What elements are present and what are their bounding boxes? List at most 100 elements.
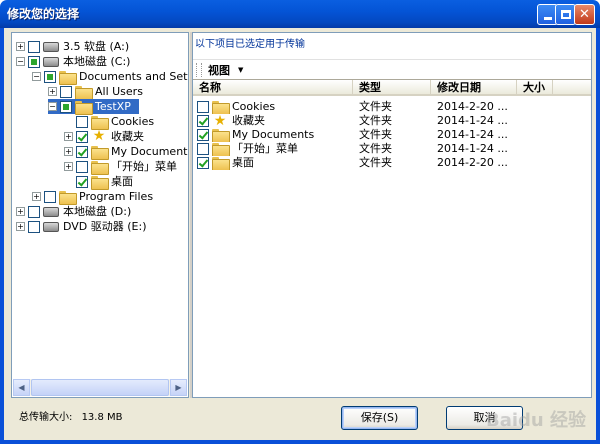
tree-item-checkbox[interactable] (44, 70, 56, 83)
expand-toggle[interactable]: + (48, 87, 57, 96)
tree-item[interactable]: 桌面 (64, 174, 133, 190)
tree-item-label: 3.5 软盘 (A:) (63, 40, 130, 53)
expand-toggle[interactable]: + (16, 222, 25, 231)
list-header: 名称 类型 修改日期 大小 (193, 80, 591, 96)
tree-item-label: 「开始」菜单 (111, 160, 177, 173)
expand-toggle[interactable]: + (16, 42, 25, 51)
list-item-type: 文件夹 (359, 156, 392, 169)
tree-item[interactable]: − 本地磁盘 (C:) (16, 54, 130, 69)
collapse-toggle[interactable]: − (48, 102, 57, 111)
list-cell-name: 「开始」菜单 (193, 142, 353, 156)
tree-item-checkbox[interactable] (60, 85, 72, 98)
tree-item-label: Cookies (111, 115, 155, 128)
column-header-type[interactable]: 类型 (353, 80, 431, 96)
folder-icon (91, 115, 109, 130)
list-item-type: 文件夹 (359, 142, 392, 155)
tree-item[interactable]: + 「开始」菜单 (64, 159, 177, 175)
save-button[interactable]: 保存(S) (341, 406, 418, 430)
window-frame-bottom (0, 440, 600, 444)
list-item-checkbox[interactable] (197, 129, 209, 141)
maximize-button[interactable] (555, 4, 576, 25)
minimize-icon (543, 17, 552, 20)
list-item-name: 收藏夹 (232, 114, 265, 127)
tree-item-label: My Documents (111, 145, 189, 158)
folder-icon (91, 145, 109, 160)
tree-item[interactable]: + ★ 收藏夹 (64, 129, 144, 144)
list-toolbar: 视图 ▼ (193, 59, 591, 79)
hard-drive-icon (43, 56, 59, 67)
scroll-right-button[interactable]: ▶ (170, 379, 187, 396)
dialog-client-area: +3.5 软盘 (A:) − 本地磁盘 (C:) − Documents and Set… (4, 28, 596, 440)
tree-item-label: DVD 驱动器 (E:) (63, 220, 147, 233)
list-row[interactable]: Cookies 文件夹 2014-2-20 ... (193, 100, 591, 114)
folder-icon (91, 175, 109, 190)
list-item-date: 2014-1-24 ... (437, 142, 508, 155)
tree-item-label: Documents and Settings (79, 70, 188, 83)
folder-icon (59, 190, 77, 205)
toolbar-grip (196, 62, 202, 77)
file-list-pane: 以下项目已选定用于传输 视图 ▼ 名称 类型 修改日期 大小 Cookies 文件… (192, 32, 592, 398)
tree-item[interactable]: + Program Files (32, 189, 153, 205)
chevron-down-icon: ▼ (238, 65, 244, 74)
folder-icon (212, 129, 230, 142)
tree-item-checkbox[interactable] (28, 55, 40, 68)
tree-item-checkbox[interactable] (76, 115, 88, 128)
expand-toggle[interactable]: + (32, 192, 41, 201)
tree-item[interactable]: − Documents and Settings (32, 69, 188, 85)
tree-item-label: TestXP (95, 100, 131, 113)
view-button[interactable]: 视图 ▼ (208, 62, 243, 78)
list-cell-name: Cookies (193, 100, 353, 114)
tree-item-checkbox[interactable] (76, 130, 88, 143)
list-item-name: 桌面 (232, 156, 254, 169)
tree-item[interactable]: + My Documents (64, 144, 189, 160)
list-row[interactable]: My Documents 文件夹 2014-1-24 ... (193, 128, 591, 142)
list-cell-name: My Documents (193, 128, 353, 142)
list-item-type: 文件夹 (359, 114, 392, 127)
tree-item[interactable]: + DVD 驱动器 (E:) (16, 219, 147, 234)
title-bar: 修改您的选择 (0, 0, 600, 28)
tree-item[interactable]: + All Users (48, 84, 143, 100)
list-cell-name: 桌面 (193, 156, 353, 170)
tree-item[interactable]: − TestXP (48, 99, 139, 115)
tree-item[interactable]: Cookies (64, 114, 155, 130)
list-item-type: 文件夹 (359, 128, 392, 141)
dvd-drive-icon (43, 221, 59, 232)
tree-item-checkbox[interactable] (60, 100, 72, 113)
list-item-checkbox[interactable] (197, 101, 209, 113)
list-item-checkbox[interactable] (197, 115, 209, 127)
floppy-drive-icon (43, 41, 59, 52)
tree-horizontal-scrollbar[interactable]: ◀ ▶ (13, 379, 187, 396)
tree-item-checkbox[interactable] (28, 40, 40, 53)
tree-item[interactable]: +3.5 软盘 (A:) (16, 39, 129, 54)
scroll-left-button[interactable]: ◀ (13, 379, 30, 396)
tree-item-checkbox[interactable] (44, 190, 56, 203)
tree-item[interactable]: + 本地磁盘 (D:) (16, 204, 131, 219)
expand-toggle[interactable]: + (64, 147, 73, 156)
column-header-date[interactable]: 修改日期 (431, 80, 517, 96)
tree-item-checkbox[interactable] (76, 175, 88, 188)
window-title: 修改您的选择 (7, 7, 80, 21)
tree-item-checkbox[interactable] (28, 205, 40, 218)
list-item-checkbox[interactable] (197, 143, 209, 155)
list-row[interactable]: ★ 收藏夹 文件夹 2014-1-24 ... (193, 114, 591, 128)
collapse-toggle[interactable]: − (16, 57, 25, 66)
column-header-size[interactable]: 大小 (517, 80, 553, 96)
folder-tree: +3.5 软盘 (A:) − 本地磁盘 (C:) − Documents and Set… (11, 32, 189, 398)
tree-item-checkbox[interactable] (28, 220, 40, 233)
total-size-label: 总传输大小: (19, 412, 73, 423)
list-item-date: 2014-2-20 ... (437, 100, 508, 113)
selection-info-text: 以下项目已选定用于传输 (195, 39, 305, 50)
expand-toggle[interactable]: + (64, 132, 73, 141)
list-row[interactable]: 桌面 文件夹 2014-2-20 ... (193, 156, 591, 170)
close-button[interactable]: ✕ (574, 4, 595, 25)
expand-toggle[interactable]: + (16, 207, 25, 216)
scroll-thumb[interactable] (31, 379, 169, 396)
folder-icon (212, 157, 230, 170)
expand-toggle[interactable]: + (64, 162, 73, 171)
list-row[interactable]: 「开始」菜单 文件夹 2014-1-24 ... (193, 142, 591, 156)
tree-item-checkbox[interactable] (76, 145, 88, 158)
tree-item-checkbox[interactable] (76, 160, 88, 173)
collapse-toggle[interactable]: − (32, 72, 41, 81)
list-item-checkbox[interactable] (197, 157, 209, 169)
column-header-name[interactable]: 名称 (193, 80, 353, 96)
